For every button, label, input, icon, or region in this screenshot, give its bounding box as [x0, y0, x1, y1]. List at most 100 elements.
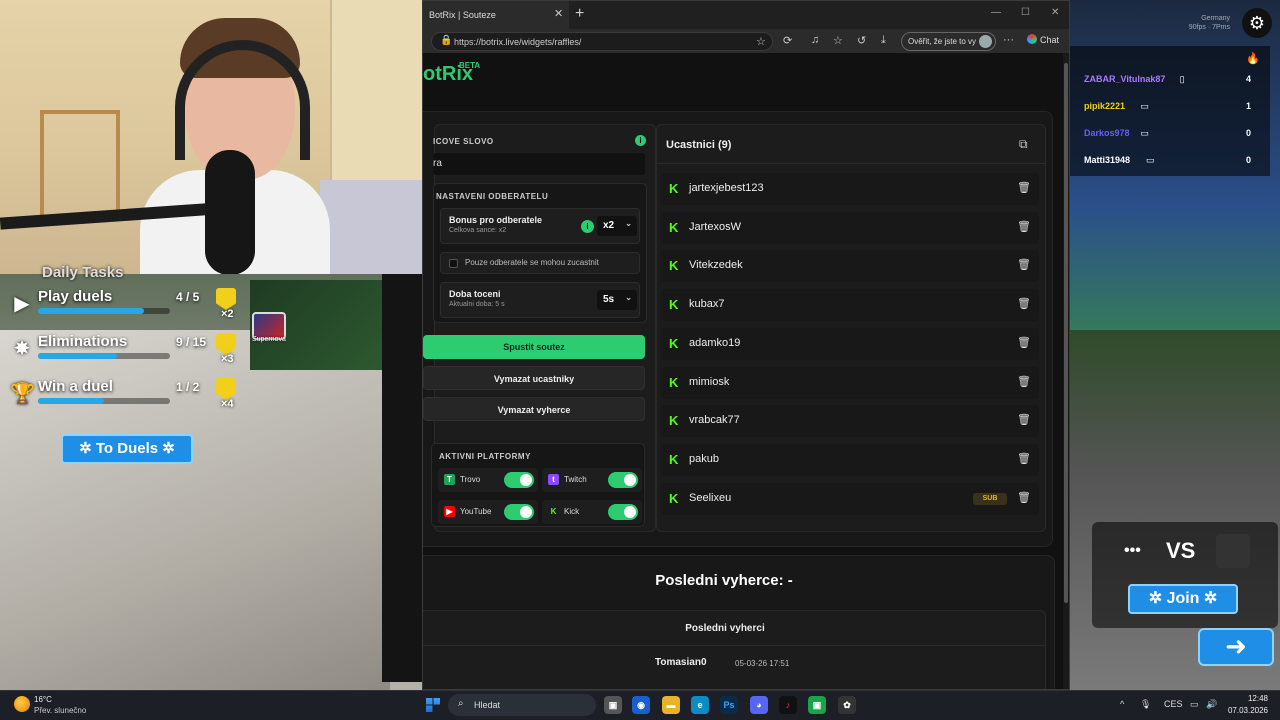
- more-icon[interactable]: •••: [1124, 542, 1141, 560]
- chevron-down-icon: ⌄: [625, 293, 632, 302]
- game-app-icon[interactable]: ✿: [838, 696, 856, 714]
- clock-date[interactable]: 07.03.2026: [1218, 706, 1268, 715]
- start-raffle-button[interactable]: Spustit soutez: [423, 335, 645, 359]
- subs-only-row[interactable]: Pouze odberatele se mohou zucastnit: [440, 252, 640, 274]
- info-icon[interactable]: i: [635, 135, 646, 146]
- minimize-icon[interactable]: —: [991, 7, 1001, 18]
- clear-winners-button[interactable]: Vymazat vyherce: [423, 397, 645, 421]
- extension-icon[interactable]: ⟳: [783, 34, 792, 47]
- new-tab-icon[interactable]: +: [575, 5, 584, 23]
- chevron-up-icon[interactable]: ^: [1120, 699, 1124, 709]
- trash-icon[interactable]: 🗑: [1017, 336, 1031, 349]
- network-icon[interactable]: ▭: [1190, 699, 1199, 710]
- participant-row: K Vitekzedek 🗑: [661, 250, 1039, 283]
- clock-time[interactable]: 12:48: [1228, 694, 1268, 703]
- tab-title: BotRix | Souteze: [429, 10, 496, 20]
- maximize-icon[interactable]: ☐: [1021, 7, 1030, 18]
- keyword-input[interactable]: ra: [433, 153, 645, 175]
- browser-window: BotRix | Souteze ✕ + — ☐ ✕ 🔒 https://bot…: [422, 0, 1070, 690]
- trash-icon[interactable]: 🗑: [1017, 375, 1031, 388]
- language-indicator[interactable]: CES: [1164, 699, 1183, 709]
- trash-icon[interactable]: 🗑: [1017, 452, 1031, 465]
- weather-description[interactable]: Přev. slunečno: [34, 706, 86, 715]
- to-duels-button[interactable]: ✲ To Duels ✲: [61, 434, 193, 464]
- discord-icon[interactable]: ◕: [750, 696, 768, 714]
- trash-icon[interactable]: 🗑: [1017, 220, 1031, 233]
- raffle-card: ICOVE SLOVO i ra NASTAVENI ODBERATELU Bo…: [423, 111, 1053, 547]
- player-score: 0: [1246, 155, 1252, 165]
- media-icon[interactable]: ♫: [811, 34, 819, 46]
- volume-icon[interactable]: 🔊: [1206, 699, 1217, 710]
- arrow-right-icon[interactable]: ➜: [1198, 628, 1274, 666]
- task-progress-bar: [38, 308, 170, 314]
- participant-name: JartexosW: [689, 220, 741, 233]
- scroll-thumb[interactable]: [1064, 63, 1068, 603]
- participant-name: kubax7: [689, 298, 725, 311]
- play-icon: ▶: [14, 293, 30, 315]
- participant-row: Kjartexjebest123 🗑: [661, 173, 1039, 205]
- trash-icon[interactable]: 🗑: [1017, 413, 1031, 426]
- close-tab-icon[interactable]: ✕: [554, 7, 563, 20]
- subs-only-checkbox[interactable]: [449, 259, 458, 268]
- microphone-icon[interactable]: 🎙: [1140, 699, 1151, 710]
- file-explorer-icon[interactable]: ▬: [662, 696, 680, 714]
- coin-icon: [216, 333, 236, 355]
- taskbar-search[interactable]: ⌕ Hledat: [448, 694, 596, 716]
- task-view-icon[interactable]: ▣: [604, 696, 622, 714]
- url-field[interactable]: 🔒 https://botrix.live/widgets/raffles/ ☆: [431, 32, 773, 51]
- player-name: ZABAR_Vitulnak87: [1084, 74, 1166, 84]
- app-icon[interactable]: ◉: [632, 696, 650, 714]
- twitch-toggle[interactable]: [608, 472, 638, 488]
- bonus-select[interactable]: x2 ⌄: [597, 216, 637, 236]
- trash-icon[interactable]: 🗑: [1017, 297, 1031, 310]
- verify-identity-button[interactable]: Ověřit, že jste to vy: [901, 32, 996, 51]
- photoshop-icon[interactable]: Ps: [720, 696, 738, 714]
- eliminations-icon: ✸: [13, 338, 31, 360]
- twitch-icon: t: [548, 474, 559, 485]
- youtube-toggle[interactable]: [504, 504, 534, 520]
- copy-icon[interactable]: ⧉: [1019, 137, 1033, 151]
- favorites-icon[interactable]: ☆: [833, 34, 843, 47]
- participants-panel: Ucastnici (9) ⧉ Kjartexjebest123 🗑 K Jartex…: [656, 124, 1046, 532]
- botrix-page: otRix BETA ICOVE SLOVO i ra NASTAVENI OD…: [423, 53, 1063, 689]
- join-button[interactable]: ✲ Join ✲: [1128, 584, 1238, 614]
- download-icon[interactable]: ⤓: [881, 34, 886, 47]
- app-green-icon[interactable]: ▣: [808, 696, 826, 714]
- trovo-icon: T: [444, 474, 455, 485]
- windows-start-icon[interactable]: [426, 698, 440, 712]
- clear-participants-button[interactable]: Vymazat ucastniky: [423, 366, 645, 390]
- spin-duration-row: Doba toceni Aktualni doba: 5 s 5s ⌄: [440, 282, 640, 318]
- browser-tab[interactable]: BotRix | Souteze ✕: [423, 1, 569, 29]
- kick-toggle[interactable]: [608, 504, 638, 520]
- weather-temperature[interactable]: 16°C: [34, 695, 52, 704]
- kick-icon: K: [669, 335, 679, 351]
- platform-twitch: t Twitch: [542, 468, 642, 492]
- edge-icon[interactable]: e: [691, 696, 709, 714]
- participant-row: K JartexosW 🗑: [661, 211, 1039, 244]
- daily-tasks-title: Daily Tasks: [42, 264, 124, 281]
- participant-row: Kvrabcak77 🗑: [661, 405, 1039, 438]
- toggle-knob: [624, 506, 636, 518]
- participant-name: Vitekzedek: [689, 259, 743, 272]
- history-icon[interactable]: ↺: [857, 34, 866, 47]
- weather-icon[interactable]: [14, 696, 30, 712]
- more-options-icon[interactable]: ···: [1003, 34, 1014, 46]
- trovo-toggle[interactable]: [504, 472, 534, 488]
- mobile-icon: ▯: [1179, 74, 1185, 84]
- copilot-chat-button[interactable]: Chat: [1027, 34, 1059, 45]
- trash-icon[interactable]: 🗑: [1017, 258, 1031, 271]
- address-bar: 🔒 https://botrix.live/widgets/raffles/ ☆…: [423, 29, 1069, 53]
- spin-select[interactable]: 5s ⌄: [597, 290, 637, 310]
- bonus-info-icon[interactable]: i: [581, 220, 594, 233]
- favorite-star-icon[interactable]: ☆: [756, 35, 766, 48]
- vs-label: VS: [1166, 538, 1196, 563]
- platform-youtube: ▶ YouTube: [438, 500, 538, 524]
- trash-icon[interactable]: 🗑: [1017, 491, 1031, 504]
- close-window-icon[interactable]: ✕: [1051, 7, 1059, 18]
- platform-name: Trovo: [460, 475, 481, 484]
- tiktok-icon[interactable]: ♪: [779, 696, 797, 714]
- trash-icon[interactable]: 🗑: [1017, 181, 1031, 194]
- gear-icon[interactable]: ⚙: [1242, 8, 1272, 38]
- platform-name: Kick: [564, 507, 580, 516]
- page-scrollbar[interactable]: [1063, 53, 1069, 689]
